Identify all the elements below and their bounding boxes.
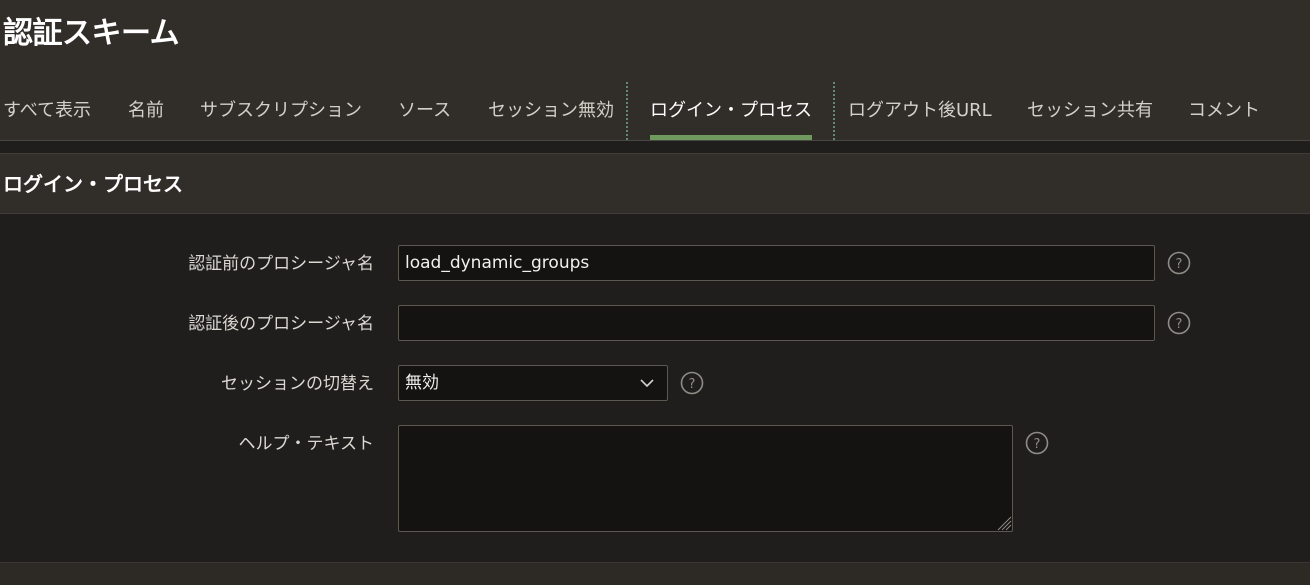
tab-bar: すべて表示 名前 サブスクリプション ソース セッション無効 ログイン・プロセス… <box>0 80 1310 141</box>
tab-show-all[interactable]: すべて表示 <box>3 80 91 141</box>
tab-comments[interactable]: コメント <box>1188 80 1260 141</box>
tab-session-sharing[interactable]: セッション共有 <box>1027 80 1153 141</box>
pre-auth-procedure-label: 認証前のプロシージャ名 <box>188 254 374 274</box>
region-title: ログイン・プロセス <box>3 172 183 196</box>
help-text-textarea[interactable] <box>398 425 1013 532</box>
tab-source[interactable]: ソース <box>398 80 451 141</box>
page-header: 認証スキーム すべて表示 名前 サブスクリプション ソース セッション無効 ログ… <box>0 0 1310 141</box>
tab-post-logout-url[interactable]: ログアウト後URL <box>848 80 992 141</box>
tab-login-process[interactable]: ログイン・プロセス <box>650 80 812 141</box>
region-header: ログイン・プロセス <box>0 153 1310 214</box>
tab-active-left-divider <box>626 82 628 140</box>
svg-text:?: ? <box>1176 257 1183 272</box>
help-text-container <box>398 425 1013 532</box>
session-switch-label: セッションの切替え <box>221 374 374 394</box>
tab-name[interactable]: 名前 <box>128 80 164 141</box>
resize-grip-icon[interactable] <box>992 511 1012 531</box>
help-circle-icon[interactable]: ? <box>1025 431 1049 455</box>
tab-session-invalid[interactable]: セッション無効 <box>488 80 614 141</box>
post-auth-procedure-label: 認証後のプロシージャ名 <box>188 314 374 334</box>
next-region-header <box>0 562 1310 585</box>
help-circle-icon[interactable]: ? <box>680 371 704 395</box>
page-title: 認証スキーム <box>3 16 180 51</box>
spacer <box>0 141 1310 153</box>
tab-subscription[interactable]: サブスクリプション <box>200 80 362 141</box>
chevron-down-icon <box>640 379 654 388</box>
session-switch-select[interactable]: 無効 <box>398 365 668 401</box>
help-text-label: ヘルプ・テキスト <box>238 434 375 454</box>
svg-text:?: ? <box>1034 437 1041 452</box>
svg-text:?: ? <box>1176 317 1183 332</box>
help-circle-icon[interactable]: ? <box>1167 251 1191 275</box>
tab-active-right-divider <box>833 82 835 140</box>
post-auth-procedure-input[interactable] <box>398 305 1155 341</box>
pre-auth-procedure-input[interactable] <box>398 245 1155 281</box>
svg-text:?: ? <box>689 377 696 392</box>
session-switch-value: 無効 <box>405 373 439 393</box>
help-circle-icon[interactable]: ? <box>1167 311 1191 335</box>
